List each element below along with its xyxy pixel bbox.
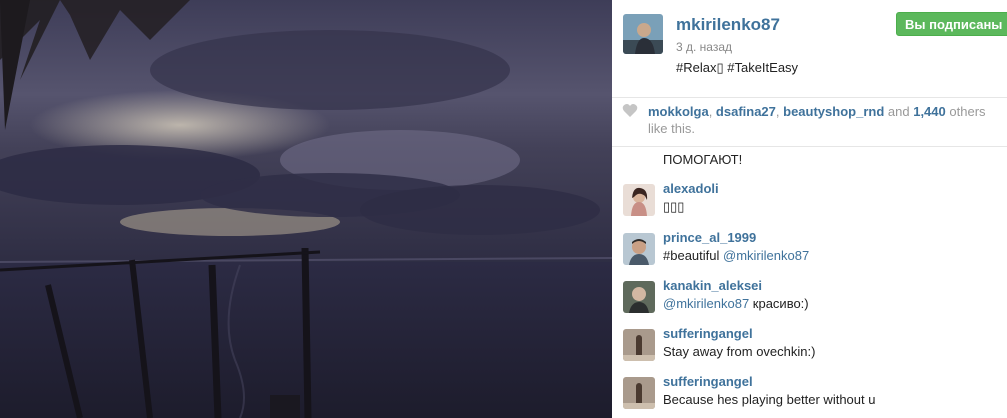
comment-username[interactable]: prince_al_1999 (663, 230, 756, 245)
owner-avatar[interactable] (623, 14, 663, 54)
commenter-avatar[interactable] (623, 377, 655, 409)
post-header: mkirilenko87 3 д. назад #Relax▯ #TakeItE… (612, 0, 1007, 98)
likes-section: mokkolga, dsafina27, beautyshop_rnd and … (612, 98, 1007, 147)
commenter-avatar[interactable] (623, 233, 655, 265)
comment-text: @mkirilenko87 красиво:) (663, 296, 809, 311)
liker-3[interactable]: beautyshop_rnd (783, 104, 884, 119)
post-side-panel: mkirilenko87 3 д. назад #Relax▯ #TakeItE… (612, 0, 1007, 418)
following-button[interactable]: Вы подписаны (896, 12, 1007, 36)
liker-1[interactable]: mokkolga (648, 104, 709, 119)
comment-mention[interactable]: @mkirilenko87 (663, 296, 749, 311)
likes-text: mokkolga, dsafina27, beautyshop_rnd and … (648, 104, 986, 136)
commenter-avatar[interactable] (623, 281, 655, 313)
commenter-avatar[interactable] (623, 329, 655, 361)
comment-username[interactable]: sufferingangel (663, 374, 753, 389)
comment-list[interactable]: ПОМОГАЮТ! alexadoli ▯▯▯ prince_al_1999 #… (612, 147, 1007, 418)
heart-icon[interactable] (622, 103, 638, 118)
comment-text: Because hes playing better without u (663, 392, 876, 407)
comment-username[interactable]: sufferingangel (663, 326, 753, 341)
comment-text: #beautiful @mkirilenko87 (663, 248, 809, 263)
comment-username[interactable]: kanakin_aleksei (663, 278, 762, 293)
comment-text: ▯▯▯ (663, 199, 685, 214)
post-photo[interactable] (0, 0, 612, 418)
owner-username[interactable]: mkirilenko87 (676, 15, 780, 35)
liker-2[interactable]: dsafina27 (716, 104, 776, 119)
post-timestamp[interactable]: 3 д. назад (676, 40, 732, 54)
comment-text: Stay away from ovechkin:) (663, 344, 816, 359)
comment-username[interactable]: alexadoli (663, 181, 719, 196)
likes-and: and (887, 104, 910, 119)
likes-count[interactable]: 1,440 (913, 104, 946, 119)
commenter-avatar[interactable] (623, 184, 655, 216)
comment-mention[interactable]: @mkirilenko87 (723, 248, 809, 263)
comment-text-before: #beautiful (663, 248, 723, 263)
comment-text-after: красиво:) (749, 296, 809, 311)
post-caption: #Relax▯ #TakeItEasy (676, 60, 799, 75)
comment-partial-text: ПОМОГАЮТ! (663, 152, 743, 167)
